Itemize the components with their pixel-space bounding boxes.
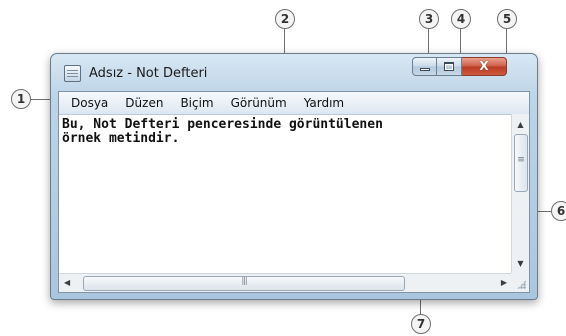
notepad-window: Adsız - Not Defteri X Dosya Düzen Biçim … (50, 53, 538, 300)
menu-item-duzen[interactable]: Düzen (125, 92, 163, 114)
maximize-button[interactable] (437, 57, 462, 76)
scroll-right-arrow-icon[interactable]: ▶ (501, 276, 507, 290)
minimize-button[interactable] (412, 57, 437, 76)
menu-bar: Dosya Düzen Biçim Görünüm Yardım (59, 92, 529, 115)
close-button[interactable]: X (462, 57, 507, 76)
horizontal-scrollbar[interactable]: ◀ ▶ (59, 273, 512, 292)
caption-buttons: X (412, 57, 507, 77)
client-area: Dosya Düzen Biçim Görünüm Yardım Bu, Not… (58, 91, 530, 293)
scroll-up-arrow-icon[interactable]: ▲ (512, 118, 529, 132)
vertical-scroll-thumb[interactable] (514, 134, 528, 192)
callout-5: 5 (497, 9, 517, 29)
callout-3: 3 (419, 9, 439, 29)
window-title: Adsız - Not Defteri (89, 66, 208, 81)
menu-item-bicim[interactable]: Biçim (180, 92, 213, 114)
callout-2: 2 (275, 9, 295, 29)
callout-7: 7 (411, 314, 431, 334)
callout-7-line (420, 298, 421, 314)
close-icon: X (479, 59, 489, 73)
callout-4: 4 (451, 9, 471, 29)
horizontal-scroll-thumb[interactable] (83, 276, 405, 291)
notepad-icon[interactable] (64, 65, 81, 82)
vertical-scrollbar[interactable]: ▲ ▼ (511, 114, 529, 275)
callout-1: 1 (11, 89, 31, 109)
resize-grip-icon[interactable] (511, 273, 529, 292)
menu-item-yardim[interactable]: Yardım (304, 92, 344, 114)
scroll-left-arrow-icon[interactable]: ◀ (64, 276, 70, 290)
callout-6: 6 (551, 201, 566, 221)
text-editor[interactable]: Bu, Not Defteri penceresinde görüntülene… (59, 114, 512, 275)
minimize-icon (420, 68, 430, 71)
maximize-icon (444, 62, 454, 71)
menu-item-dosya[interactable]: Dosya (71, 92, 108, 114)
scroll-down-arrow-icon[interactable]: ▼ (512, 257, 529, 271)
menu-item-gorunum[interactable]: Görünüm (231, 92, 287, 114)
